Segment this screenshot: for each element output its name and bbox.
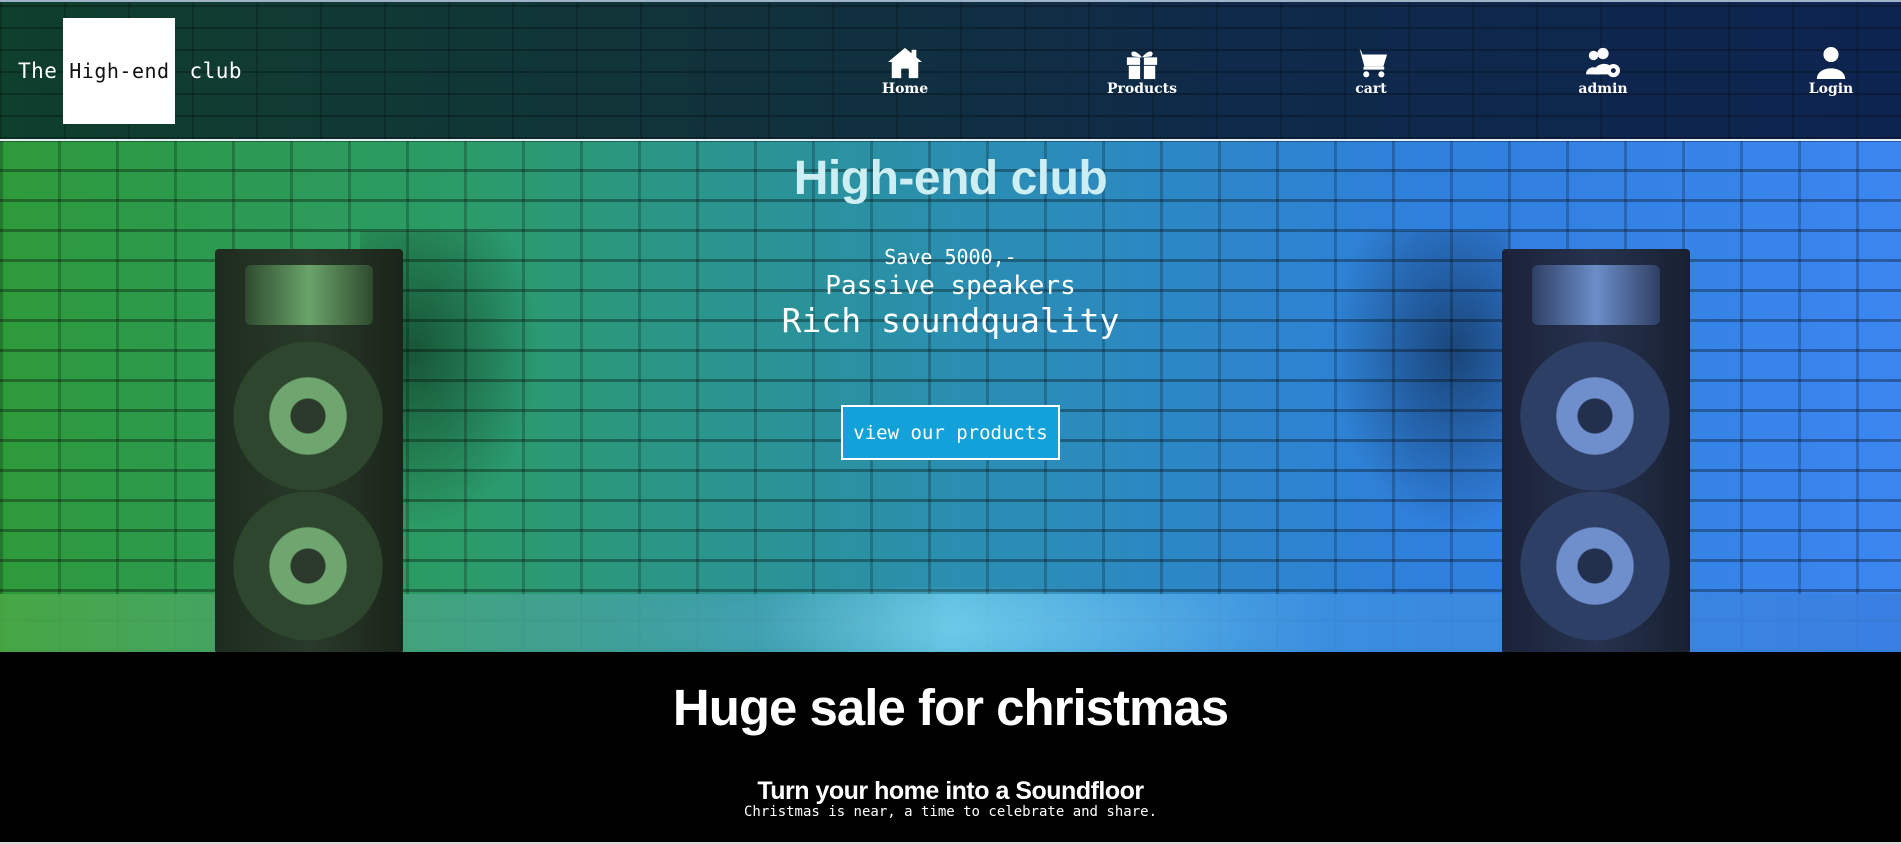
cart-icon (1354, 48, 1388, 78)
logo-text-pre: The (18, 59, 58, 83)
sale-description: Christmas is near, a time to celebrate a… (743, 804, 1157, 820)
nav-login-label: Login (1808, 81, 1854, 97)
logo-box: High-end (63, 18, 176, 124)
nav-cart[interactable]: cart (1326, 46, 1416, 97)
logo-text-post: club (189, 59, 243, 83)
hero-title: High-end club (793, 152, 1108, 205)
nav-home[interactable]: Home (860, 46, 950, 97)
speaker-woofer (233, 341, 383, 491)
nav-cart-label: cart (1355, 81, 1387, 97)
speaker-woofer (233, 491, 383, 641)
sale-subheading: Turn your home into a Soundfloor (757, 777, 1144, 805)
nav-products[interactable]: Products (1097, 46, 1187, 97)
hero-tagline-quality: Rich soundquality (781, 301, 1120, 340)
users-cog-icon (1586, 47, 1620, 78)
hero-tagline-speakers: Passive speakers (825, 271, 1076, 301)
sale-heading: Huge sale for christmas (672, 679, 1229, 736)
speaker-woofer (1520, 341, 1670, 491)
gift-icon (1126, 51, 1158, 80)
site-header: The High-end club Home Products cart adm… (0, 0, 1901, 141)
nav-admin[interactable]: admin (1558, 46, 1648, 97)
view-products-button[interactable]: view our products (841, 405, 1060, 460)
speaker-woofer (1520, 491, 1670, 641)
site-logo[interactable]: The High-end club (18, 18, 242, 124)
home-icon (888, 47, 922, 79)
nav-products-label: Products (1106, 81, 1178, 97)
user-icon (1816, 46, 1846, 80)
nav-login[interactable]: Login (1786, 46, 1876, 97)
sale-section: Huge sale for christmas Turn your home i… (0, 652, 1901, 844)
nav-home-label: Home (881, 81, 929, 97)
nav-admin-label: admin (1578, 81, 1628, 97)
hero-tagline-save: Save 5000,- (884, 245, 1017, 269)
hero-banner: High-end club Save 5000,- Passive speake… (0, 141, 1901, 652)
